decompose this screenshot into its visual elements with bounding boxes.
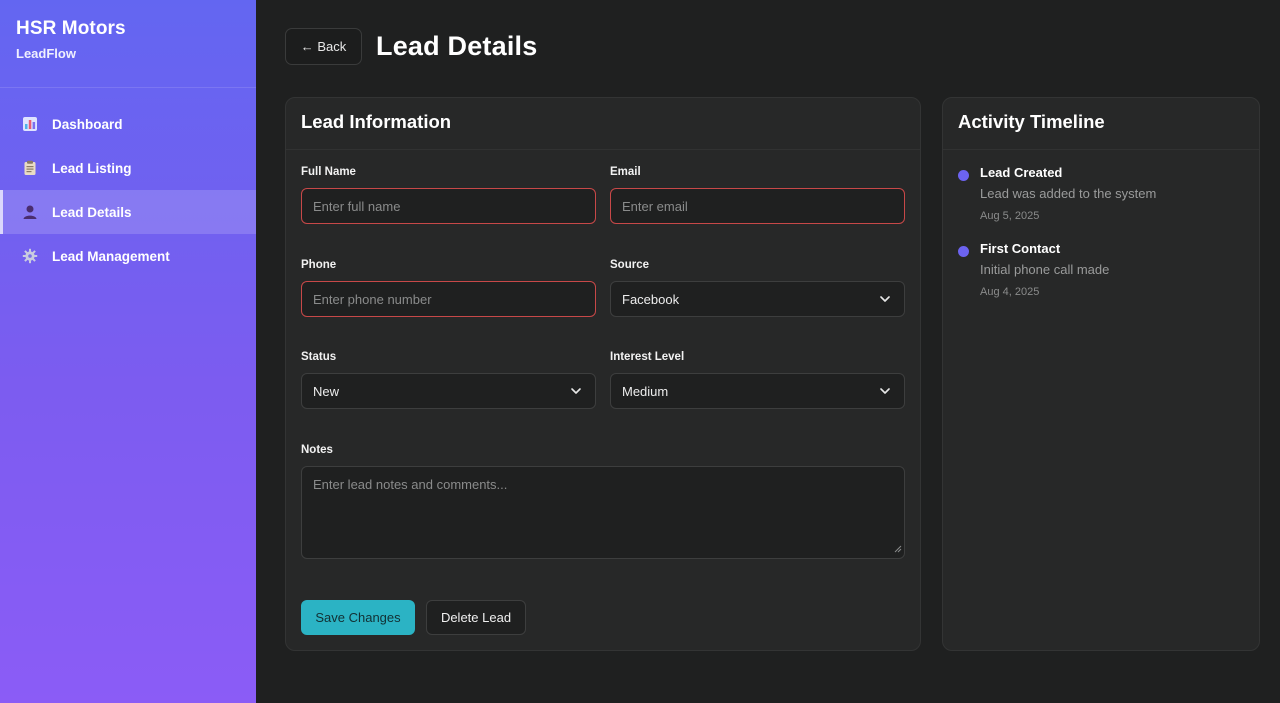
sidebar: HSR Motors LeadFlow Dashboard Lead Listi… xyxy=(0,0,256,703)
chevron-down-icon xyxy=(879,385,891,400)
brand: HSR Motors LeadFlow xyxy=(0,0,256,88)
timeline-dot-icon xyxy=(958,246,969,257)
status-label: Status xyxy=(301,351,337,363)
card-title: Activity Timeline xyxy=(943,98,1259,150)
source-value: Facebook xyxy=(622,291,680,307)
notes-label: Notes xyxy=(301,444,333,456)
back-button[interactable]: ← Back xyxy=(285,28,362,65)
email-field[interactable]: Enter email xyxy=(610,188,905,224)
timeline-item-title: First Contact xyxy=(980,241,1061,256)
notes-textarea[interactable]: Enter lead notes and comments... xyxy=(301,466,905,559)
full-name-input[interactable]: Enter full name xyxy=(301,188,596,224)
email-placeholder: Enter email xyxy=(622,198,688,214)
gear-icon xyxy=(22,248,38,264)
page-title: Lead Details xyxy=(376,31,538,61)
phone-label: Phone xyxy=(301,259,337,271)
clipboard-icon xyxy=(22,160,38,176)
status-value: New xyxy=(313,383,340,399)
delete-lead-button[interactable]: Delete Lead xyxy=(426,600,526,635)
interest-level-select[interactable]: Medium xyxy=(610,373,905,409)
timeline-item-description: Lead was added to the system xyxy=(980,186,1157,201)
sidebar-item-lead-listing[interactable]: Lead Listing xyxy=(0,146,256,190)
sidebar-item-dashboard[interactable]: Dashboard xyxy=(0,102,256,146)
source-select[interactable]: Facebook xyxy=(610,281,905,317)
timeline-item-date: Aug 5, 2025 xyxy=(980,210,1040,222)
timeline-item-title: Lead Created xyxy=(980,165,1063,180)
sidebar-nav: Dashboard Lead Listing Lead Details Lead… xyxy=(0,102,256,278)
timeline-dot-icon xyxy=(958,170,969,181)
phone-placeholder: Enter phone number xyxy=(313,291,432,307)
chevron-down-icon xyxy=(570,385,582,400)
status-select[interactable]: New xyxy=(301,373,596,409)
brand-title: HSR Motors xyxy=(16,18,126,39)
card-title: Lead Information xyxy=(286,98,920,150)
page-header: ← Back Lead Details xyxy=(285,28,537,65)
source-label: Source xyxy=(610,259,649,271)
chevron-down-icon xyxy=(879,293,891,308)
timeline-item-description: Initial phone call made xyxy=(980,262,1110,277)
save-changes-button[interactable]: Save Changes xyxy=(301,600,415,635)
phone-input[interactable]: Enter phone number xyxy=(301,281,596,317)
sidebar-item-label: Dashboard xyxy=(52,116,123,132)
sidebar-item-label: Lead Listing xyxy=(52,160,132,176)
brand-subtitle: LeadFlow xyxy=(16,46,76,61)
user-icon xyxy=(22,204,38,220)
interest-level-value: Medium xyxy=(622,383,669,399)
timeline-item-date: Aug 4, 2025 xyxy=(980,286,1040,298)
full-name-placeholder: Enter full name xyxy=(313,198,401,214)
resize-handle-icon[interactable] xyxy=(894,541,902,556)
sidebar-item-lead-details[interactable]: Lead Details xyxy=(0,190,256,234)
email-label: Email xyxy=(610,166,641,178)
sidebar-item-lead-management[interactable]: Lead Management xyxy=(0,234,256,278)
sidebar-item-label: Lead Details xyxy=(52,204,132,220)
full-name-label: Full Name xyxy=(301,166,356,178)
notes-placeholder: Enter lead notes and comments... xyxy=(313,477,508,492)
interest-level-label: Interest Level xyxy=(610,351,685,363)
sidebar-item-label: Lead Management xyxy=(52,248,170,264)
activity-timeline-card: Activity Timeline Lead Created Lead was … xyxy=(942,97,1260,651)
lead-information-card: Lead Information Full Name Enter full na… xyxy=(285,97,921,651)
bar-chart-icon xyxy=(22,116,38,132)
